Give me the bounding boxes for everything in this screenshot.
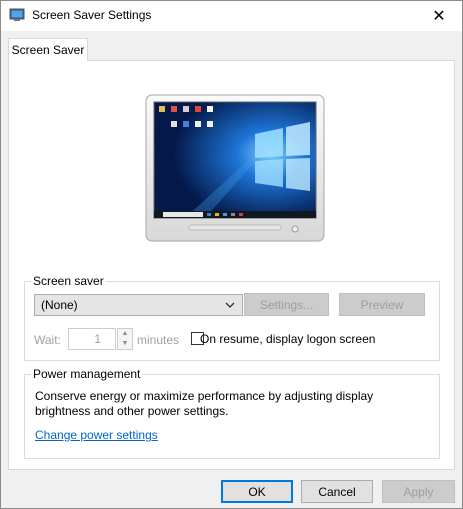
screen-saver-dropdown[interactable]: (None) <box>34 294 243 316</box>
wait-value: 1 <box>94 332 101 346</box>
ok-button[interactable]: OK <box>221 480 293 503</box>
screen-saver-settings-window: Screen Saver Settings ✕ Screen Saver Scr… <box>0 0 463 509</box>
close-icon: ✕ <box>432 8 446 25</box>
screen-saver-selected-value: (None) <box>41 298 78 312</box>
window-title: Screen Saver Settings <box>32 8 152 22</box>
tab-screen-saver[interactable]: Screen Saver <box>8 38 88 61</box>
power-management-group-label: Power management <box>31 367 143 381</box>
spin-down-icon[interactable]: ▼ <box>118 339 132 349</box>
resume-logon-label[interactable]: On resume, display logon screen <box>200 332 375 346</box>
chevron-down-icon <box>225 302 235 308</box>
close-button[interactable]: ✕ <box>416 1 462 31</box>
screen-preview-monitor <box>145 94 325 242</box>
spin-up-icon[interactable]: ▲ <box>118 329 132 339</box>
wait-spinner[interactable]: ▲ ▼ <box>117 328 133 350</box>
title-bar: Screen Saver Settings ✕ <box>1 1 462 31</box>
wait-label: Wait: <box>34 333 61 347</box>
power-description: Conserve energy or maximize performance … <box>35 389 374 418</box>
wait-minutes-input[interactable]: 1 <box>68 328 116 350</box>
cancel-button[interactable]: Cancel <box>301 480 373 503</box>
tab-panel: Screen saver (None) Settings... Preview … <box>8 60 455 470</box>
apply-button[interactable]: Apply <box>382 480 455 503</box>
screen-saver-group-label: Screen saver <box>31 274 106 288</box>
minutes-label: minutes <box>137 333 180 347</box>
preview-button[interactable]: Preview <box>339 293 425 316</box>
change-power-settings-link[interactable]: Change power settings <box>35 428 158 442</box>
monitor-icon <box>9 8 25 21</box>
settings-button[interactable]: Settings... <box>244 293 329 316</box>
